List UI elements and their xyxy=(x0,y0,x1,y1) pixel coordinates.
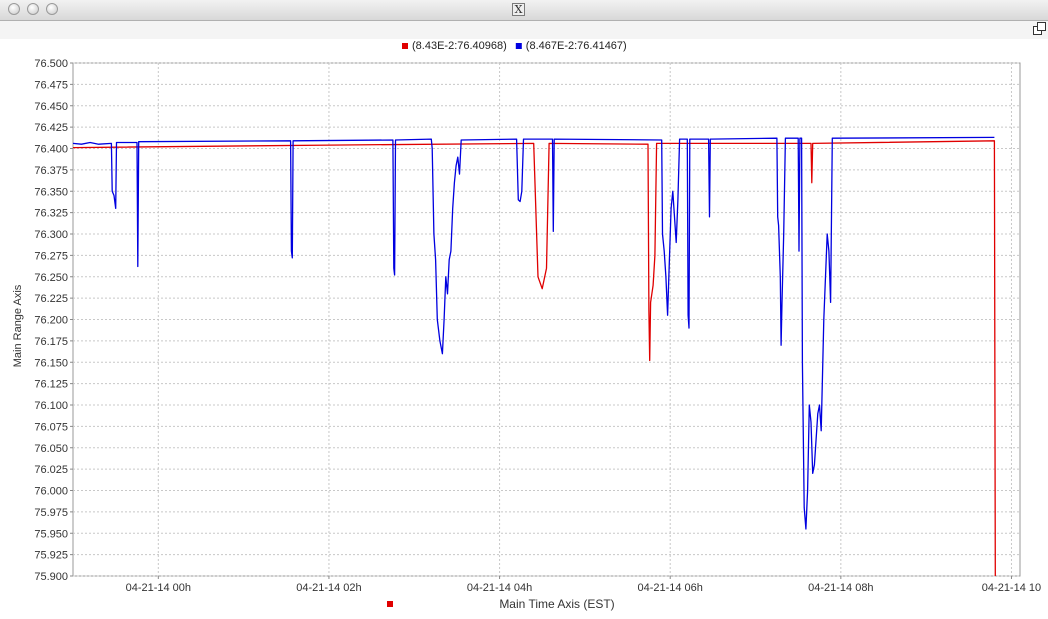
y-tick-label: 76.150 xyxy=(34,357,68,369)
y-tick-label: 76.450 xyxy=(34,101,68,113)
y-tick-label: 75.900 xyxy=(34,571,68,583)
y-tick-label: 76.025 xyxy=(34,464,68,476)
x-tick-label: 04-21-14 04h xyxy=(467,582,532,594)
x-tick-label: 04-21-14 08h xyxy=(808,582,873,594)
line-chart: 76.500 76.475 76.450 76.425 76.400 76.375 76.3… xyxy=(12,40,1041,611)
restore-window-icon[interactable] xyxy=(1033,22,1046,35)
x-tick-label: 04-21-14 10 xyxy=(982,582,1041,594)
y-tick-label: 75.950 xyxy=(34,528,68,540)
y-tick-label: 76.075 xyxy=(34,421,68,433)
y-tick-label: 76.175 xyxy=(34,336,68,348)
close-window-button[interactable] xyxy=(8,3,20,15)
bottom-legend-swatch xyxy=(387,601,393,607)
legend-swatch-2 xyxy=(515,43,522,49)
y-tick-label: 76.350 xyxy=(34,186,68,198)
y-tick-label: 76.200 xyxy=(34,315,68,327)
legend-label-2: (8.467E-2:76.41467) xyxy=(526,40,627,52)
zoom-window-button[interactable] xyxy=(46,3,58,15)
y-axis-title: Main Range Axis xyxy=(12,284,24,367)
legend-label-1: (8.43E-2:76.40968) xyxy=(412,40,507,52)
y-tick-label: 76.125 xyxy=(34,379,68,391)
window-titlebar: X xyxy=(0,0,1048,21)
y-tick-label: 76.100 xyxy=(34,400,68,412)
y-tick-label: 76.250 xyxy=(34,272,68,284)
y-tick-label: 75.975 xyxy=(34,507,68,519)
y-tick-label: 76.050 xyxy=(34,443,68,455)
y-tick-label: 75.925 xyxy=(34,550,68,562)
y-tick-label: 76.425 xyxy=(34,122,68,134)
minimize-window-button[interactable] xyxy=(27,3,39,15)
y-tick-label: 76.400 xyxy=(34,144,68,156)
y-tick-label: 76.000 xyxy=(34,486,68,498)
x-tick-label: 04-21-14 00h xyxy=(126,582,191,594)
y-tick-label: 76.475 xyxy=(34,79,68,91)
app-icon: X xyxy=(512,3,525,16)
toolbar-strip xyxy=(0,21,1048,39)
y-tick-label: 76.300 xyxy=(34,229,68,241)
x-axis-title: Main Time Axis (EST) xyxy=(499,597,614,611)
y-tick-label: 76.225 xyxy=(34,293,68,305)
y-tick-label: 76.275 xyxy=(34,250,68,262)
legend-swatch-1 xyxy=(402,43,408,49)
x-tick-label: 04-21-14 02h xyxy=(296,582,361,594)
y-tick-label: 76.375 xyxy=(34,165,68,177)
y-tick-label: 76.500 xyxy=(34,58,68,70)
x-tick-label: 04-21-14 06h xyxy=(637,582,702,594)
y-tick-label: 76.325 xyxy=(34,208,68,220)
